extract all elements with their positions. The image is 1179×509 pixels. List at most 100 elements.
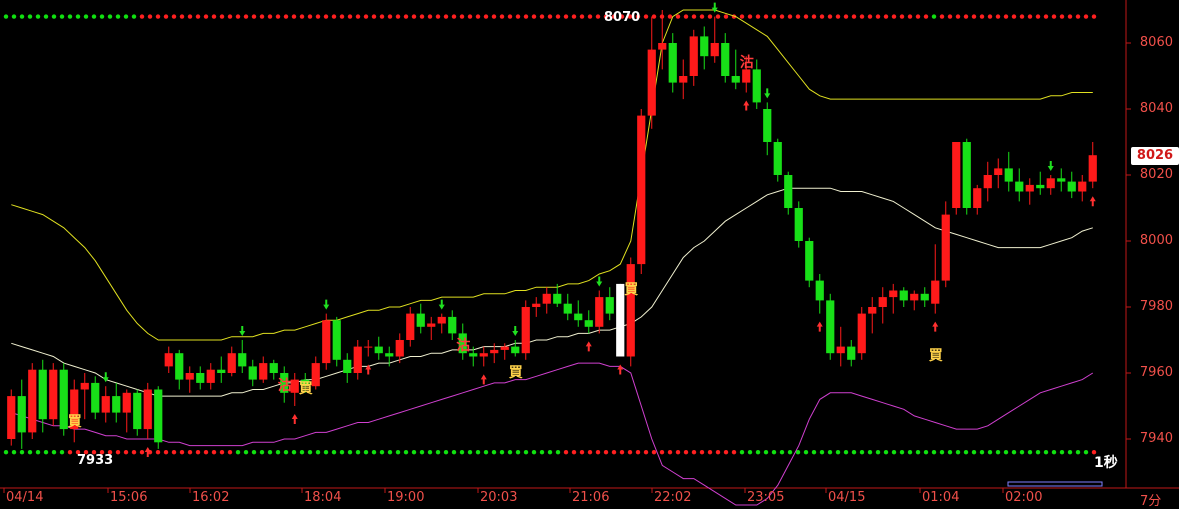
low-price-marker: 7933 [77, 453, 114, 468]
support-dot [731, 450, 737, 455]
time-tick-label: 18:04 [304, 490, 342, 505]
candle-body [605, 297, 614, 314]
resistance-dot [811, 14, 817, 19]
support-dot [547, 450, 553, 455]
support-dot [763, 450, 769, 455]
support-dot [579, 450, 585, 455]
resistance-dot [51, 14, 57, 19]
support-dot [347, 450, 353, 455]
resistance-dot [771, 14, 777, 19]
price-tick-label: 8000 [1139, 233, 1173, 248]
resistance-dot [291, 14, 297, 19]
resistance-dot [1027, 14, 1033, 19]
support-dot [939, 450, 945, 455]
resistance-dot [347, 14, 353, 19]
candle-body [437, 316, 446, 324]
support-dot [3, 450, 9, 455]
resistance-dot [475, 14, 481, 19]
support-dot [1051, 450, 1057, 455]
resistance-dot [915, 14, 921, 19]
high-price-marker: 8070 [604, 10, 641, 25]
buy-signal-label: 買 [298, 381, 313, 398]
candle-body [731, 76, 740, 83]
support-dot [483, 450, 489, 455]
resistance-dot [91, 14, 97, 19]
resistance-dot [835, 14, 841, 19]
resistance-dot [587, 14, 593, 19]
resistance-dot [667, 14, 673, 19]
support-dot [699, 450, 705, 455]
price-tick-label: 8040 [1139, 101, 1173, 116]
candle-body [784, 175, 793, 208]
support-dot [835, 450, 841, 455]
resistance-dot [491, 14, 497, 19]
candle-body [658, 43, 667, 50]
down-arrow-icon [239, 326, 246, 336]
resistance-dot [1035, 14, 1041, 19]
resistance-dot [963, 14, 969, 19]
resistance-dot [355, 14, 361, 19]
resistance-dot [43, 14, 49, 19]
support-dot [643, 450, 649, 455]
resistance-dot [1003, 14, 1009, 19]
support-dot [739, 450, 745, 455]
support-dot [603, 450, 609, 455]
resistance-dot [299, 14, 305, 19]
support-dot [555, 450, 561, 455]
candle-body [1036, 184, 1045, 189]
support-dot [395, 450, 401, 455]
resistance-dot [523, 14, 529, 19]
candle-body [868, 307, 877, 314]
price-tick-label: 8060 [1139, 35, 1173, 50]
support-dot [51, 450, 57, 455]
resistance-dot [27, 14, 33, 19]
support-dot [1003, 450, 1009, 455]
resistance-dot [651, 14, 657, 19]
resistance-dot [1059, 14, 1065, 19]
resistance-dot [371, 14, 377, 19]
resistance-dot [883, 14, 889, 19]
up-arrow-icon [932, 321, 939, 332]
candle-body [91, 382, 100, 413]
support-dot [635, 450, 641, 455]
down-arrow-icon [764, 88, 771, 99]
short-signal-label: 沽 [456, 338, 471, 355]
buy-signal-label: 買 [508, 364, 523, 381]
resistance-dot [923, 14, 929, 19]
candle-body [7, 396, 16, 439]
candle-body [112, 396, 121, 413]
candle-body [1078, 181, 1087, 192]
up-arrow-icon [743, 100, 750, 111]
candle-body [532, 303, 541, 307]
support-dot [907, 450, 913, 455]
support-dot [291, 450, 297, 455]
support-dot [499, 450, 505, 455]
resistance-dot [1067, 14, 1073, 19]
candle-body [857, 313, 866, 354]
support-dot [459, 450, 465, 455]
resistance-dot [931, 14, 937, 19]
time-tick-label: 22:02 [654, 490, 692, 505]
price-tick-label: 7960 [1139, 365, 1173, 380]
resistance-dot [315, 14, 321, 19]
support-dot [363, 450, 369, 455]
support-dot [355, 450, 361, 455]
candle-body [805, 241, 814, 281]
candle-body [994, 168, 1003, 175]
support-dot [595, 450, 601, 455]
time-tick-label: 15:06 [110, 490, 148, 505]
candle-body [122, 392, 131, 413]
support-dot [283, 450, 289, 455]
support-dot [475, 450, 481, 455]
time-tick-label: 02:00 [1005, 490, 1043, 505]
support-dot [131, 450, 137, 455]
support-dot [915, 450, 921, 455]
support-dot [339, 450, 345, 455]
candle-body [259, 363, 268, 380]
candle-body [217, 369, 226, 373]
candle-body [836, 346, 845, 354]
support-dot [963, 450, 969, 455]
resistance-dot [59, 14, 65, 19]
resistance-dot [251, 14, 257, 19]
upper-band [11, 9, 1093, 341]
